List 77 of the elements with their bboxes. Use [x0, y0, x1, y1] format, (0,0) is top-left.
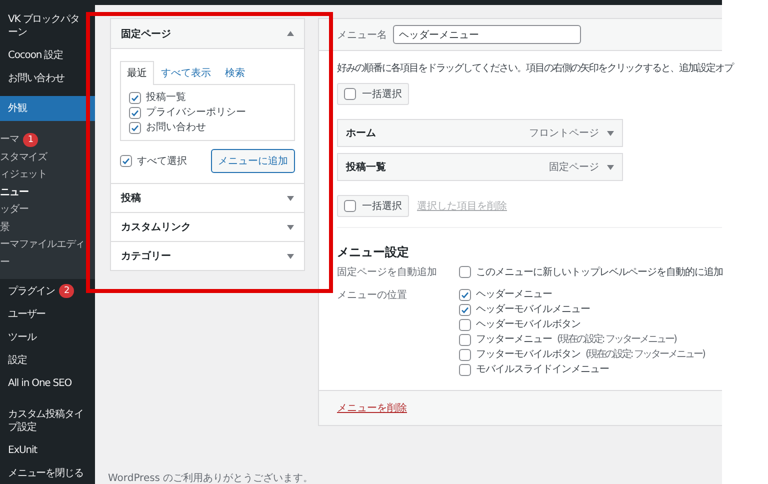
- checkbox-label: フッターモバイルボタン: [476, 348, 580, 361]
- menu-item-title: ホーム: [346, 127, 376, 140]
- checkbox[interactable]: [459, 304, 471, 316]
- checkbox-label: すべて選択: [137, 154, 187, 168]
- instructions-text: 好みの順番に各項目をドラッグしてください。項目の右側の矢印をクリックすると、追加設定オプ: [337, 62, 733, 75]
- checkbox-label: 投稿一覧: [146, 91, 186, 104]
- expand-arrow-icon[interactable]: [287, 224, 294, 230]
- field-label: メニュー名: [337, 28, 387, 42]
- accordion-header[interactable]: カテゴリー: [111, 242, 304, 270]
- checkbox-label: プライバシーポリシー: [146, 106, 246, 119]
- sidebar-item[interactable]: お問い合わせ: [0, 67, 95, 90]
- checkbox-label: 一括選択: [362, 200, 402, 213]
- sidebar-item[interactable]: 設定: [0, 349, 95, 372]
- checkbox[interactable]: [120, 155, 132, 167]
- expand-arrow-icon[interactable]: [287, 254, 294, 258]
- checkbox-label: このメニューに新しいトップレベルページを自動的に追加: [476, 266, 723, 278]
- collapse-arrow-icon[interactable]: [287, 31, 294, 36]
- checkbox[interactable]: [129, 92, 141, 104]
- sidebar-item[interactable]: 外観: [0, 96, 95, 121]
- checkbox[interactable]: [129, 122, 141, 134]
- menu-name-field[interactable]: ヘッダーメニュー: [393, 25, 581, 44]
- accordion-header[interactable]: カスタムリンク: [111, 213, 304, 241]
- menu-item-title: 投稿一覧: [346, 160, 386, 174]
- submenu-item[interactable]: ーマ 1: [0, 131, 85, 148]
- location-note: (現在の設定: フッターメニュー): [557, 333, 676, 346]
- update-count-badge: 2: [59, 284, 74, 298]
- tab[interactable]: すべて表示: [154, 61, 218, 84]
- checkbox[interactable]: [459, 348, 471, 360]
- delete-menu-link[interactable]: メニューを削除: [337, 403, 407, 414]
- sidebar-item[interactable]: Cocoon 設定: [0, 44, 95, 67]
- checkbox[interactable]: [459, 364, 471, 376]
- submenu-item[interactable]: ニュー: [0, 184, 85, 201]
- menu-item-bar[interactable]: ホーム フロントページ: [337, 119, 623, 147]
- sidebar-item[interactable]: メニューを閉じる: [0, 462, 95, 484]
- menu-item-type: フロントページ: [529, 127, 599, 140]
- submenu-item[interactable]: ィジェット: [0, 166, 85, 184]
- checkbox-label: 一括選択: [362, 88, 402, 101]
- sidebar-item[interactable]: All in One SEO: [0, 372, 95, 395]
- submenu-item[interactable]: ーマファイルエディー: [0, 236, 85, 271]
- checkbox-label: ヘッダーメニュー: [476, 288, 552, 301]
- menu-item-bar[interactable]: 投稿一覧 固定ページ: [337, 153, 623, 181]
- tab[interactable]: 検索: [218, 61, 252, 84]
- expand-arrow-icon[interactable]: [607, 164, 614, 170]
- checkbox-label: ヘッダーモバイルボタン: [476, 318, 580, 331]
- submenu-item[interactable]: スタマイズ: [0, 148, 85, 166]
- update-count-badge: 1: [22, 132, 38, 147]
- sidebar-item[interactable]: ユーザー: [0, 303, 95, 326]
- tab[interactable]: 最近: [120, 61, 154, 85]
- footer-text: WordPress のご利用ありがとうございます。: [108, 472, 314, 484]
- location-note: (現在の設定: フッターメニュー): [586, 348, 704, 361]
- submenu-item[interactable]: 景: [0, 218, 85, 236]
- sidebar-item[interactable]: プラグイン 2: [0, 279, 95, 303]
- checkbox-label: お問い合わせ: [146, 121, 206, 134]
- checkbox[interactable]: [459, 266, 471, 278]
- setting-label: メニューの位置: [337, 288, 408, 303]
- sidebar-item[interactable]: VK ブロックパターン: [0, 8, 95, 44]
- sidebar-item[interactable]: ツール: [0, 326, 95, 349]
- checkbox-label: ヘッダーモバイルメニュー: [476, 303, 590, 316]
- accordion-header[interactable]: 固定ページ: [111, 19, 304, 49]
- checkbox[interactable]: [459, 318, 471, 330]
- accordion-header[interactable]: 投稿: [111, 184, 304, 212]
- expand-arrow-icon[interactable]: [287, 196, 294, 200]
- sidebar-item[interactable]: ExUnit: [0, 439, 95, 462]
- checkbox[interactable]: [344, 200, 356, 212]
- add-to-menu-button[interactable]: メニューに追加: [211, 149, 295, 173]
- section-heading: メニュー設定: [337, 244, 410, 261]
- setting-label: 固定ページを自動追加: [337, 266, 438, 279]
- checkbox-label: モバイルスライドインメニュー: [476, 363, 609, 376]
- menu-item-type: 固定ページ: [549, 160, 599, 174]
- checkbox[interactable]: [129, 106, 141, 118]
- checkbox[interactable]: [459, 288, 471, 300]
- checkbox[interactable]: [344, 88, 356, 100]
- checkbox[interactable]: [459, 334, 471, 346]
- submenu-item[interactable]: ッダー: [0, 201, 85, 218]
- checkbox-label: フッターメニュー: [476, 333, 552, 346]
- sidebar-item[interactable]: カスタム投稿タイプ設定: [0, 403, 95, 439]
- expand-arrow-icon[interactable]: [607, 130, 614, 136]
